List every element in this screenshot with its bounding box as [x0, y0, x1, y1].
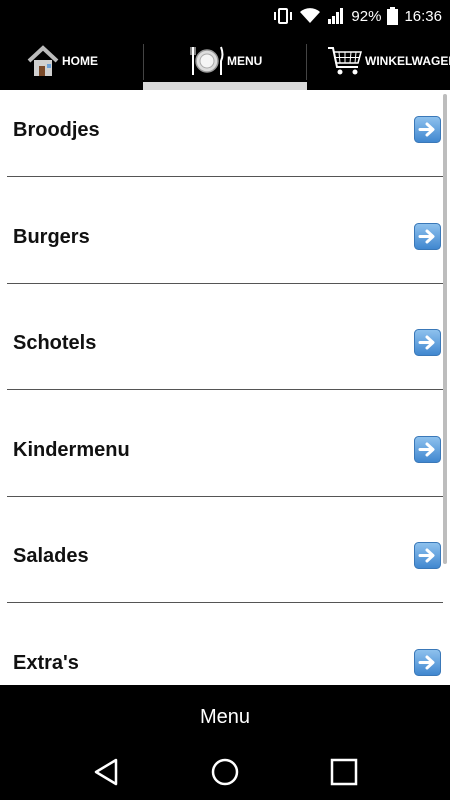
active-tab-indicator — [143, 82, 307, 90]
vibrate-icon — [273, 7, 293, 25]
recent-apps-icon[interactable] — [329, 757, 359, 792]
battery-icon — [387, 7, 399, 25]
menu-item-schotels[interactable]: Schotels — [0, 303, 450, 409]
arrow-right-icon[interactable] — [414, 329, 441, 356]
menu-item-label: Broodjes — [13, 119, 100, 141]
divider — [7, 389, 443, 390]
tab-home[interactable]: HOME — [0, 32, 143, 90]
divider — [7, 496, 443, 497]
signal-icon — [327, 7, 345, 25]
battery-percent: 92% — [351, 7, 382, 25]
system-nav-bar — [0, 749, 450, 800]
divider — [7, 283, 443, 284]
arrow-right-icon[interactable] — [414, 116, 441, 143]
wifi-icon — [299, 7, 321, 25]
status-bar: 92% 16:36 — [0, 0, 450, 32]
arrow-right-icon[interactable] — [414, 542, 441, 569]
tab-winkelwagen[interactable]: WINKELWAGEN — [307, 32, 450, 90]
clock: 16:36 — [404, 7, 442, 25]
arrow-right-icon[interactable] — [414, 223, 441, 250]
shopping-cart-icon — [327, 43, 363, 79]
tab-menu-label: MENU — [227, 54, 263, 68]
plate-cutlery-icon — [189, 43, 225, 79]
menu-item-label: Extra's — [13, 652, 79, 674]
menu-item-salades[interactable]: Salades — [0, 516, 450, 622]
menu-item-label: Salades — [13, 545, 89, 567]
menu-item-extras[interactable]: Extra's — [0, 623, 450, 685]
menu-list[interactable]: Broodjes Burgers Schotels Kindermenu Sal… — [0, 90, 450, 685]
divider — [7, 602, 443, 603]
footer-title: Menu — [0, 685, 450, 749]
menu-item-kindermenu[interactable]: Kindermenu — [0, 410, 450, 516]
menu-item-label: Kindermenu — [13, 439, 130, 461]
arrow-right-icon[interactable] — [414, 649, 441, 676]
tab-home-label: HOME — [62, 54, 98, 68]
menu-item-broodjes[interactable]: Broodjes — [0, 90, 450, 196]
menu-item-burgers[interactable]: Burgers — [0, 197, 450, 303]
menu-item-label: Schotels — [13, 332, 97, 354]
divider — [7, 176, 443, 177]
house-icon — [26, 44, 60, 78]
menu-item-label: Burgers — [13, 226, 90, 248]
scrollbar[interactable] — [443, 94, 447, 564]
back-icon[interactable] — [93, 757, 119, 792]
arrow-right-icon[interactable] — [414, 436, 441, 463]
tab-winkelwagen-label: WINKELWAGEN — [365, 54, 450, 68]
home-circle-icon[interactable] — [210, 757, 240, 792]
